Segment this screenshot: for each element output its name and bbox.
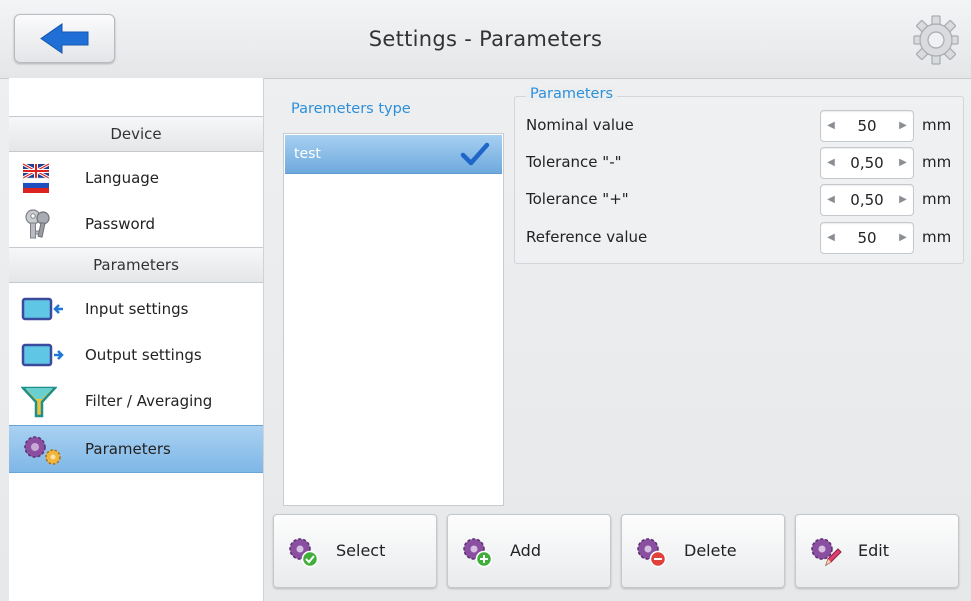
- list-item[interactable]: test: [285, 135, 502, 174]
- sidebar: Device Language Password Parameters Inpu…: [9, 78, 264, 601]
- sidebar-item-output-settings[interactable]: Output settings: [9, 332, 263, 378]
- add-button[interactable]: Add: [447, 514, 611, 588]
- tolerance-plus-spinner[interactable]: ◀ 0,50 ▶: [820, 184, 914, 216]
- spinner-value[interactable]: 0,50: [839, 148, 895, 178]
- output-monitor-icon: [21, 339, 64, 371]
- button-label: Delete: [684, 541, 737, 560]
- param-unit: mm: [922, 190, 952, 208]
- param-label: Reference value: [526, 228, 648, 246]
- param-unit: mm: [922, 228, 952, 246]
- decrement-arrow-icon[interactable]: ◀: [823, 111, 839, 141]
- sidebar-item-label: Input settings: [85, 300, 189, 318]
- button-label: Select: [336, 541, 386, 560]
- gear-check-icon: [286, 535, 320, 569]
- list-item-label: test: [294, 146, 321, 162]
- button-label: Edit: [858, 541, 889, 560]
- decrement-arrow-icon[interactable]: ◀: [823, 185, 839, 215]
- decrement-arrow-icon[interactable]: ◀: [823, 223, 839, 253]
- parameters-type-label: Paremeters type: [291, 101, 411, 117]
- increment-arrow-icon[interactable]: ▶: [895, 223, 911, 253]
- gears-icon: [21, 433, 61, 465]
- sidebar-item-label: Filter / Averaging: [85, 392, 213, 410]
- nominal-value-spinner[interactable]: ◀ 50 ▶: [820, 110, 914, 142]
- increment-arrow-icon[interactable]: ▶: [895, 111, 911, 141]
- gear-delete-icon: [634, 535, 668, 569]
- input-monitor-icon: [21, 293, 63, 325]
- section-header-parameters: Parameters: [9, 247, 263, 283]
- settings-gear-icon[interactable]: [912, 14, 960, 66]
- checkmark-icon: [460, 141, 490, 167]
- page-title: Settings - Parameters: [368, 27, 603, 51]
- sidebar-item-label: Password: [85, 215, 156, 233]
- sidebar-item-language[interactable]: Language: [9, 155, 263, 201]
- sidebar-item-input-settings[interactable]: Input settings: [9, 286, 263, 332]
- keys-icon: [21, 208, 57, 240]
- spinner-value[interactable]: 50: [839, 111, 895, 141]
- parameters-group-legend: Parameters: [526, 86, 617, 102]
- section-header-device: Device: [9, 116, 263, 152]
- param-row-nominal-value: Nominal value ◀ 50 ▶ mm: [526, 108, 966, 142]
- sidebar-item-filter-averaging[interactable]: Filter / Averaging: [9, 378, 263, 424]
- param-label: Nominal value: [526, 116, 634, 134]
- gear-edit-icon: [808, 535, 842, 569]
- decrement-arrow-icon[interactable]: ◀: [823, 148, 839, 178]
- param-unit: mm: [922, 116, 952, 134]
- spinner-value[interactable]: 0,50: [839, 185, 895, 215]
- param-row-tolerance-minus: Tolerance "-" ◀ 0,50 ▶ mm: [526, 145, 966, 179]
- funnel-icon: [20, 385, 58, 418]
- reference-value-spinner[interactable]: ◀ 50 ▶: [820, 222, 914, 254]
- button-label: Add: [510, 541, 541, 560]
- gear-add-icon: [460, 535, 494, 569]
- sidebar-item-label: Parameters: [85, 440, 171, 458]
- sidebar-item-parameters[interactable]: Parameters: [9, 425, 263, 473]
- delete-button[interactable]: Delete: [621, 514, 785, 588]
- param-row-reference-value: Reference value ◀ 50 ▶ mm: [526, 220, 966, 254]
- sidebar-item-password[interactable]: Password: [9, 201, 263, 247]
- increment-arrow-icon[interactable]: ▶: [895, 148, 911, 178]
- sidebar-item-label: Language: [85, 169, 160, 187]
- spinner-value[interactable]: 50: [839, 223, 895, 253]
- tolerance-minus-spinner[interactable]: ◀ 0,50 ▶: [820, 147, 914, 179]
- language-flags-icon: [21, 162, 57, 194]
- edit-button[interactable]: Edit: [795, 514, 959, 588]
- param-label: Tolerance "-": [526, 153, 622, 171]
- select-button[interactable]: Select: [273, 514, 437, 588]
- param-unit: mm: [922, 153, 952, 171]
- sidebar-item-label: Output settings: [85, 346, 202, 364]
- param-label: Tolerance "+": [526, 190, 629, 208]
- increment-arrow-icon[interactable]: ▶: [895, 185, 911, 215]
- param-row-tolerance-plus: Tolerance "+" ◀ 0,50 ▶ mm: [526, 182, 966, 216]
- parameters-type-list[interactable]: test: [283, 133, 504, 506]
